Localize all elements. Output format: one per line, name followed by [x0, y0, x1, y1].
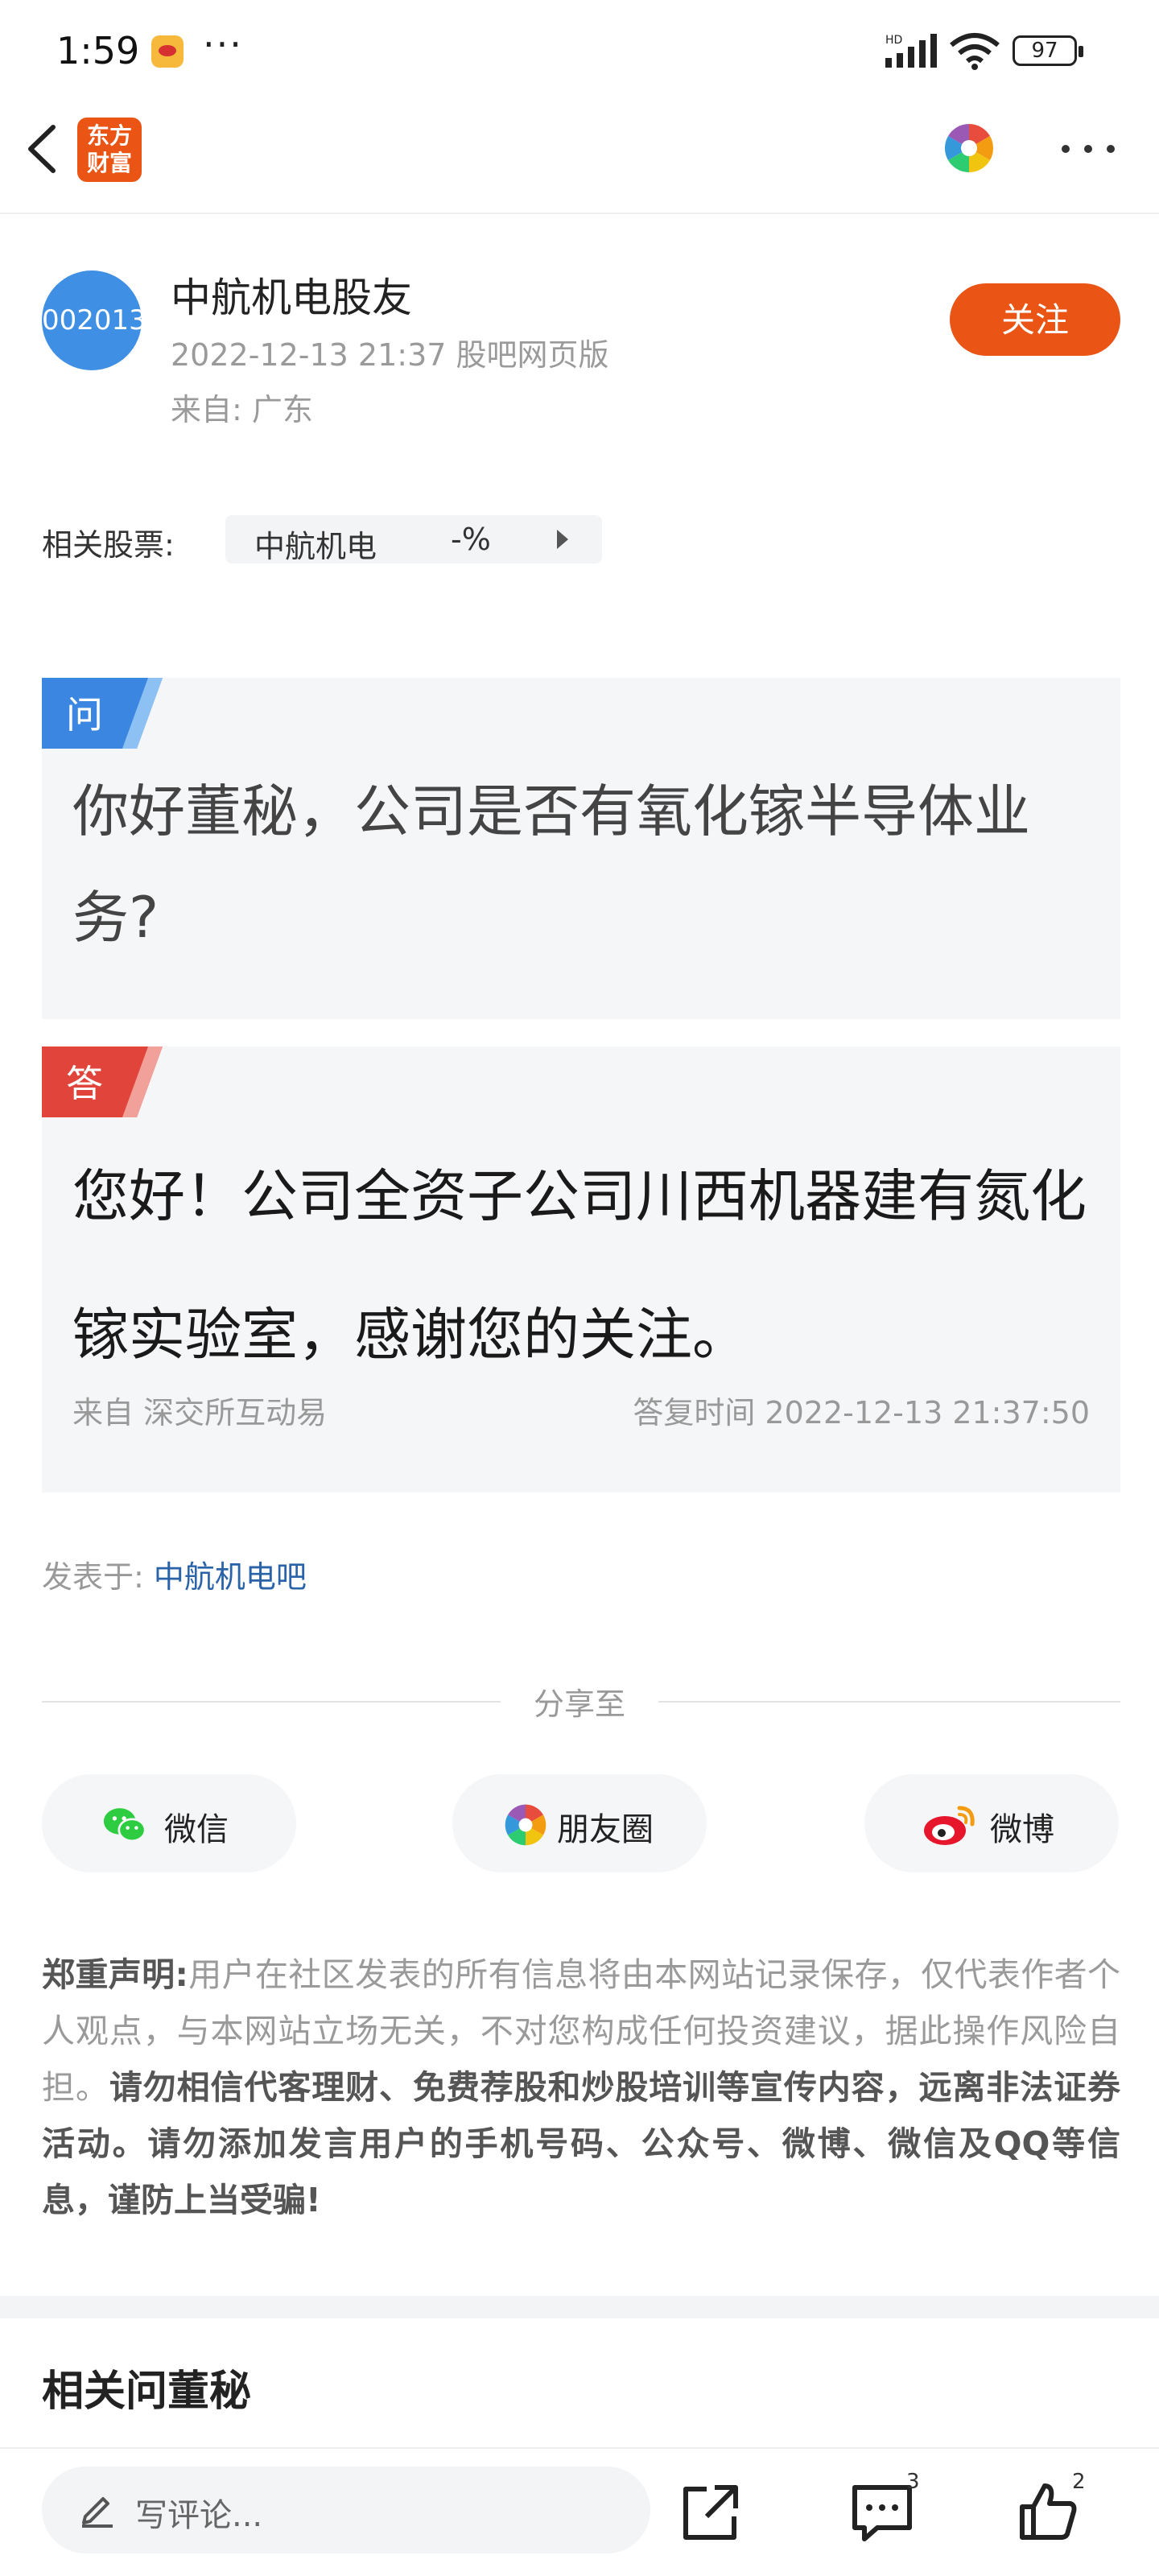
- question-card: 问 你好董秘，公司是否有氧化镓半导体业务?: [42, 678, 1120, 1019]
- posted-in: 发表于: 中航机电吧: [42, 1552, 307, 1596]
- nav-divider: [0, 213, 1159, 214]
- cellular-signal-icon: HD: [885, 34, 937, 68]
- comment-input[interactable]: 写评论...: [42, 2467, 650, 2553]
- wechat-icon: [103, 1808, 146, 1843]
- bar-link[interactable]: 中航机电吧: [154, 1559, 307, 1595]
- stock-name: 中航机电: [254, 529, 377, 564]
- disclaimer-warning: 请勿相信代客理财、免费荐股和炒股培训等宣传内容，远离非法证券活动。请勿添加发言用…: [42, 2068, 1121, 2219]
- answer-time: 答复时间 2022-12-13 21:37:50: [633, 1395, 1090, 1430]
- author-name[interactable]: 中航机电股友: [171, 266, 412, 324]
- share-divider-right: [658, 1701, 1120, 1703]
- weibo-icon: [924, 1806, 975, 1845]
- share-moments-label: 朋友圈: [557, 1812, 654, 1847]
- thumbs-up-icon[interactable]: [1016, 2479, 1080, 2544]
- comment-placeholder: 写评论...: [135, 2497, 263, 2534]
- share-weibo-button[interactable]: 微博: [864, 1774, 1119, 1872]
- pen-icon: [82, 2497, 113, 2528]
- related-section-title: 相关问董秘: [42, 2368, 252, 2416]
- share-divider-left: [42, 1701, 501, 1703]
- share-moments-button[interactable]: 朋友圈: [452, 1774, 707, 1872]
- posted-in-label: 发表于:: [42, 1559, 144, 1595]
- post-timestamp: 2022-12-13 21:37 股吧网页版: [171, 337, 609, 373]
- more-options-icon[interactable]: [1056, 129, 1120, 169]
- more-notifications-icon: ···: [203, 23, 243, 66]
- follow-button[interactable]: 关注: [950, 283, 1120, 356]
- back-arrow-icon[interactable]: [21, 121, 69, 177]
- eastmoney-logo: 东方 财富: [77, 118, 142, 182]
- share-out-icon[interactable]: [679, 2483, 740, 2544]
- share-title: 分享至: [533, 1686, 625, 1722]
- share-wechat-button[interactable]: 微信: [42, 1774, 296, 1872]
- like-count: 2: [1072, 2470, 1086, 2494]
- stock-change: -%: [451, 522, 491, 557]
- logo-line-1: 东方: [86, 122, 132, 149]
- logo-line-2: 财富: [86, 150, 132, 176]
- question-text: 你好董秘，公司是否有氧化镓半导体业务?: [72, 778, 1030, 951]
- answer-source: 来自 深交所互动易: [72, 1395, 328, 1430]
- question-tag-label: 问: [66, 693, 103, 737]
- network-type-label: HD: [885, 34, 902, 47]
- related-stock-chip[interactable]: 中航机电 -%: [225, 515, 602, 564]
- post-region: 来自: 广东: [171, 392, 313, 427]
- notification-app-icon: [151, 35, 184, 68]
- status-time: 1:59: [56, 29, 140, 72]
- wifi-icon: [950, 33, 1000, 70]
- comment-count: 3: [906, 2470, 920, 2494]
- moments-share-icon[interactable]: [943, 122, 995, 174]
- answer-card: 答 您好！公司全资子公司川西机器建有氮化镓实验室，感谢您的关注。 来自 深交所互…: [42, 1046, 1120, 1492]
- disclaimer: 郑重声明:用户在社区发表的所有信息将由本网站记录保存，仅代表作者个人观点，与本网…: [42, 1946, 1120, 2228]
- moments-icon: [505, 1804, 547, 1846]
- comment-icon[interactable]: [850, 2483, 914, 2544]
- share-wechat-label: 微信: [164, 1812, 229, 1847]
- chevron-right-icon: [557, 530, 568, 549]
- answer-text: 您好！公司全资子公司川西机器建有氮化镓实验室，感谢您的关注。: [72, 1163, 1087, 1368]
- battery-indicator: 97: [1013, 35, 1083, 66]
- answer-tag-label: 答: [66, 1062, 103, 1105]
- section-divider: [0, 2296, 1159, 2318]
- author-avatar[interactable]: 002013: [42, 270, 146, 370]
- share-weibo-label: 微博: [990, 1812, 1054, 1847]
- disclaimer-title: 郑重声明:: [42, 1955, 188, 1994]
- related-stock-label: 相关股票:: [42, 527, 175, 563]
